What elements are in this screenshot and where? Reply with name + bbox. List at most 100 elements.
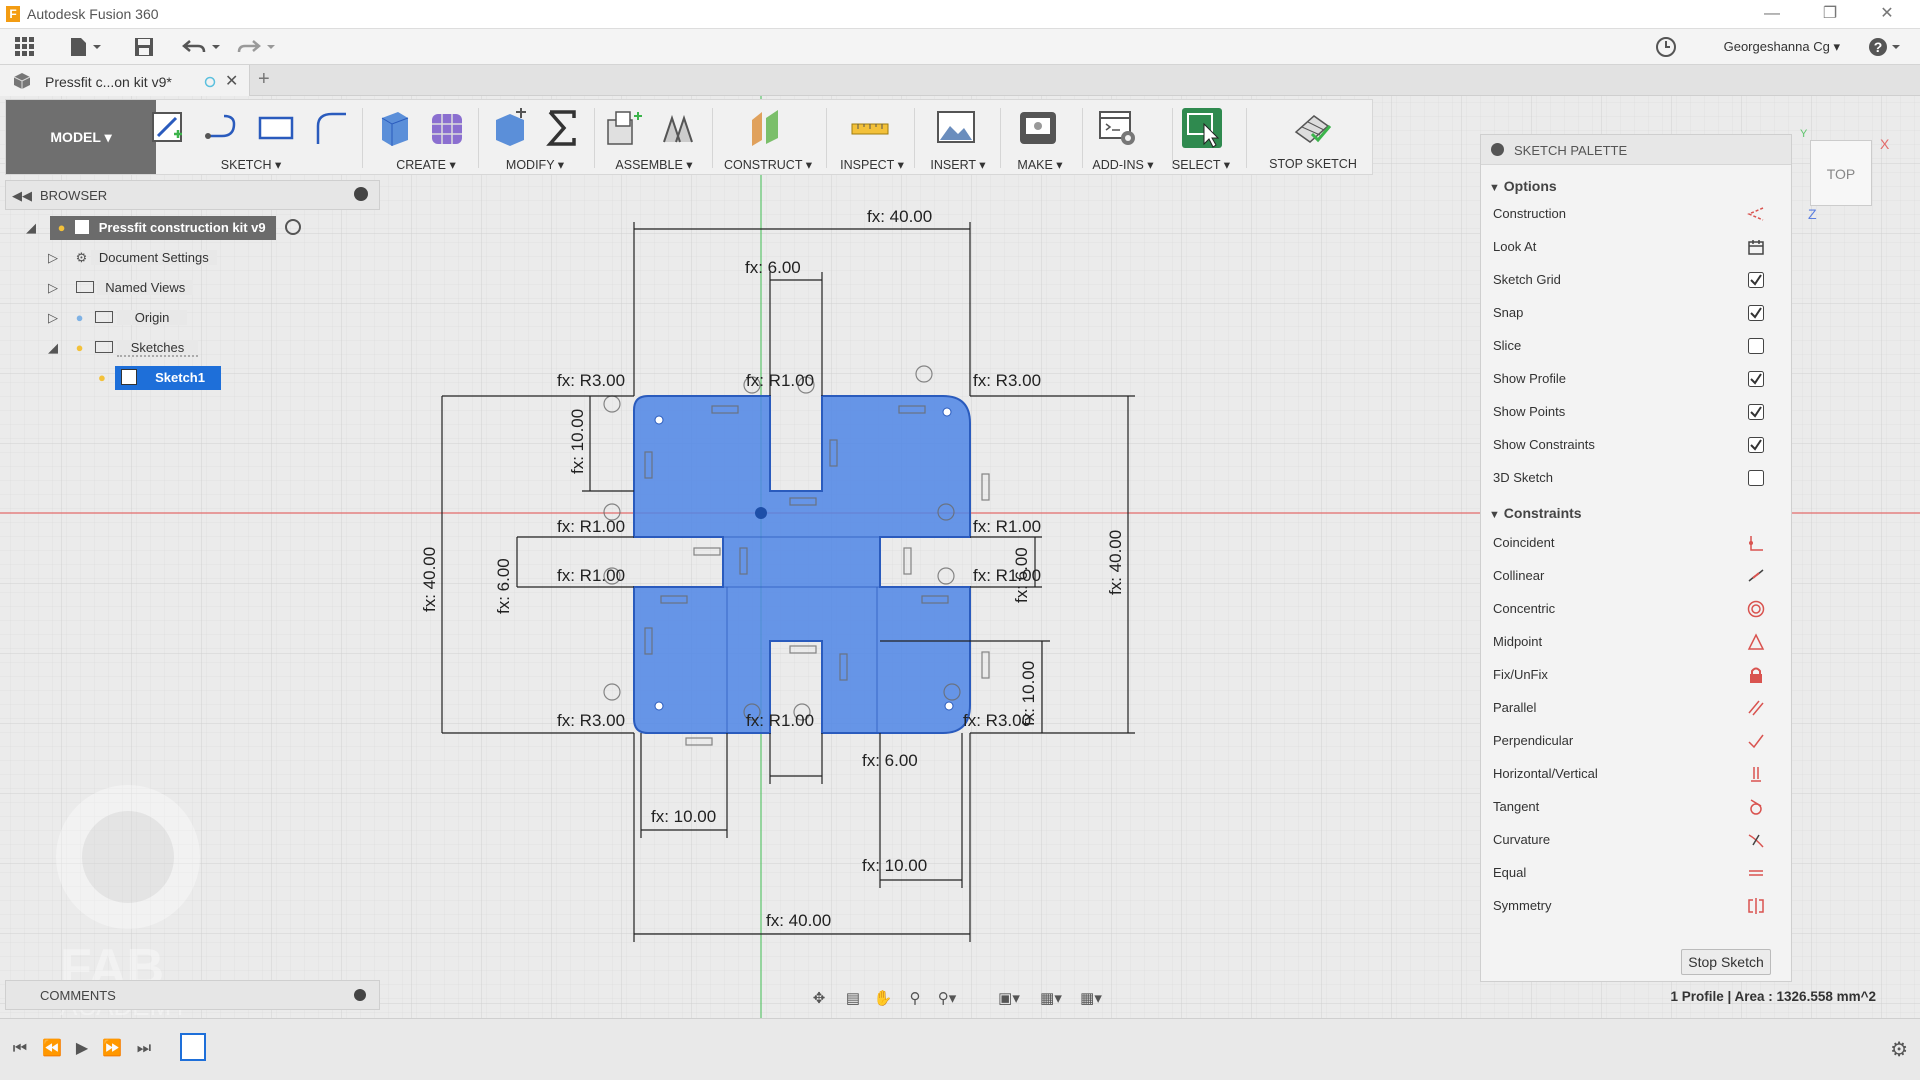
show-profile-checkbox[interactable] xyxy=(1747,370,1765,388)
measure-icon[interactable] xyxy=(850,108,890,148)
option-slice[interactable]: Slice xyxy=(1493,334,1783,358)
timeline-sketch-feature-icon[interactable] xyxy=(180,1033,206,1061)
option-look-at[interactable]: Look At xyxy=(1493,235,1783,259)
dim-radius-left-mid1[interactable]: fx: R1.00 xyxy=(557,517,625,536)
orbit-icon[interactable]: ✥ xyxy=(808,989,830,1009)
dim-radius-top-right[interactable]: fx: R3.00 xyxy=(973,371,1041,390)
visibility-bulb-icon[interactable]: ● xyxy=(98,370,106,385)
dim-top-width[interactable]: fx: 40.00 xyxy=(867,207,932,226)
constraint-horizontal-vertical[interactable]: Horizontal/Vertical xyxy=(1493,762,1783,786)
section-collapse-icon[interactable]: ▼ xyxy=(1489,182,1500,194)
dim-radius-top-mid[interactable]: fx: R1.00 xyxy=(746,371,814,390)
tree-item-root[interactable]: ◢ ● Pressfit construction kit v9 xyxy=(26,216,302,240)
offset-plane-icon[interactable] xyxy=(746,108,786,148)
constraint-coincident[interactable]: Coincident xyxy=(1493,531,1783,555)
tree-item-origin[interactable]: ▷ ● Origin xyxy=(48,306,188,330)
expand-triangle-icon[interactable]: ▷ xyxy=(48,310,58,325)
close-window-icon[interactable]: ✕ xyxy=(1872,4,1902,24)
snap-checkbox[interactable] xyxy=(1747,304,1765,322)
expand-triangle-icon[interactable]: ▷ xyxy=(48,280,58,295)
step-back-icon[interactable]: ⏪ xyxy=(42,1039,62,1059)
show-points-checkbox[interactable] xyxy=(1747,403,1765,421)
compute-all-icon[interactable] xyxy=(542,108,582,148)
visibility-bulb-icon[interactable]: ● xyxy=(76,340,84,355)
create-sketch-icon[interactable] xyxy=(148,108,188,148)
option-3d-sketch[interactable]: 3D Sketch xyxy=(1493,466,1783,490)
timeline-settings-gear-icon[interactable]: ⚙ xyxy=(1890,1037,1908,1062)
play-icon[interactable]: ▶ xyxy=(72,1039,92,1059)
tree-item-sketch1[interactable]: ● Sketch1 xyxy=(98,366,221,390)
file-menu-icon[interactable] xyxy=(68,36,102,58)
horizontal-vertical-icon[interactable] xyxy=(1747,765,1765,783)
restore-icon[interactable]: ❐ xyxy=(1815,4,1845,24)
visibility-bulb-icon[interactable]: ● xyxy=(58,220,66,235)
visibility-bulb-icon[interactable]: ● xyxy=(76,310,84,325)
constraint-curvature[interactable]: Curvature xyxy=(1493,828,1783,852)
dim-left-height[interactable]: fx: 40.00 xyxy=(420,547,439,612)
dim-slot-width-right[interactable]: fx: 6.00 xyxy=(1012,547,1031,603)
form-icon[interactable] xyxy=(428,108,468,148)
display-settings-icon[interactable]: ▣▾ xyxy=(998,989,1020,1009)
slice-checkbox[interactable] xyxy=(1747,337,1765,355)
workspace-switcher[interactable]: MODEL ▾ xyxy=(6,100,156,174)
new-component-icon[interactable] xyxy=(604,108,644,148)
coincident-icon[interactable] xyxy=(1747,534,1765,552)
constraint-midpoint[interactable]: Midpoint xyxy=(1493,630,1783,654)
pan-hand-icon[interactable]: ✋ xyxy=(872,989,894,1009)
expand-triangle-icon[interactable]: ▷ xyxy=(48,250,58,265)
make-menu[interactable]: MAKE ▾ xyxy=(1000,157,1080,172)
addins-menu[interactable]: ADD-INS ▾ xyxy=(1078,157,1168,172)
look-at-nav-icon[interactable]: ▤ xyxy=(842,989,864,1009)
tree-item-named-views[interactable]: ▷ Named Views xyxy=(48,276,194,300)
select-tool-icon[interactable] xyxy=(1182,108,1222,148)
look-at-icon[interactable] xyxy=(1747,238,1765,256)
option-snap[interactable]: Snap xyxy=(1493,301,1783,325)
rectangle-tool-icon[interactable] xyxy=(256,108,296,148)
modify-menu[interactable]: MODIFY ▾ xyxy=(490,157,580,172)
joint-icon[interactable] xyxy=(658,108,698,148)
add-comment-icon[interactable] xyxy=(354,989,366,1001)
midpoint-icon[interactable] xyxy=(1747,633,1765,651)
redo-icon[interactable] xyxy=(237,36,277,58)
collinear-icon[interactable] xyxy=(1747,567,1765,585)
fit-zoom-icon[interactable]: ⚲▾ xyxy=(936,989,958,1009)
tree-item-document-settings[interactable]: ▷ ⚙ Document Settings xyxy=(48,246,217,270)
dim-radius-top-left[interactable]: fx: R3.00 xyxy=(557,371,625,390)
undo-icon[interactable] xyxy=(182,36,222,58)
select-menu[interactable]: SELECT ▾ xyxy=(1166,157,1236,172)
grid-snaps-icon[interactable]: ▦▾ xyxy=(1040,989,1062,1009)
constraint-fix-unfix[interactable]: Fix/UnFix xyxy=(1493,663,1783,687)
viewcube-face-top[interactable]: TOP xyxy=(1827,166,1856,182)
collapse-browser-icon[interactable]: ◀◀ xyxy=(12,188,32,204)
insert-menu[interactable]: INSERT ▾ xyxy=(918,157,998,172)
insert-image-icon[interactable] xyxy=(936,108,976,148)
dim-bottom-width[interactable]: fx: 40.00 xyxy=(766,911,831,930)
perpendicular-icon[interactable] xyxy=(1747,732,1765,750)
show-constraints-checkbox[interactable] xyxy=(1747,436,1765,454)
zoom-icon[interactable]: ⚲ xyxy=(904,989,926,1009)
dim-radius-left-mid2[interactable]: fx: R1.00 xyxy=(557,566,625,585)
scripts-addins-icon[interactable] xyxy=(1098,108,1138,148)
curvature-icon[interactable] xyxy=(1747,831,1765,849)
expand-triangle-icon[interactable]: ◢ xyxy=(26,216,40,240)
palette-stop-sketch-button[interactable]: Stop Sketch xyxy=(1681,949,1771,975)
symmetry-icon[interactable] xyxy=(1747,897,1765,915)
minimize-icon[interactable]: — xyxy=(1757,4,1787,24)
create-menu[interactable]: CREATE ▾ xyxy=(386,157,466,172)
stop-sketch-icon[interactable] xyxy=(1292,108,1332,148)
user-account-menu[interactable]: Georgeshanna Cg ▾ xyxy=(1724,39,1840,55)
option-show-points[interactable]: Show Points xyxy=(1493,400,1783,424)
sketch-menu[interactable]: SKETCH ▾ xyxy=(206,157,296,172)
dim-slot-depth-bottom[interactable]: fx: 10.00 xyxy=(862,856,927,875)
parallel-icon[interactable] xyxy=(1747,699,1765,717)
construct-menu[interactable]: CONSTRUCT ▾ xyxy=(718,157,818,172)
option-sketch-grid[interactable]: Sketch Grid xyxy=(1493,268,1783,292)
dim-radius-bottom-left[interactable]: fx: R3.00 xyxy=(557,711,625,730)
viewcube[interactable]: TOP xyxy=(1810,140,1872,206)
save-icon[interactable] xyxy=(133,36,155,58)
constraints-section-header[interactable]: ▼ Constraints xyxy=(1489,505,1582,521)
constraint-equal[interactable]: Equal xyxy=(1493,861,1783,885)
dim-slot-width-bottom[interactable]: fx: 6.00 xyxy=(862,751,918,770)
data-panel-grid-icon[interactable] xyxy=(14,36,36,58)
dim-slot-depth-left[interactable]: fx: 10.00 xyxy=(651,807,716,826)
